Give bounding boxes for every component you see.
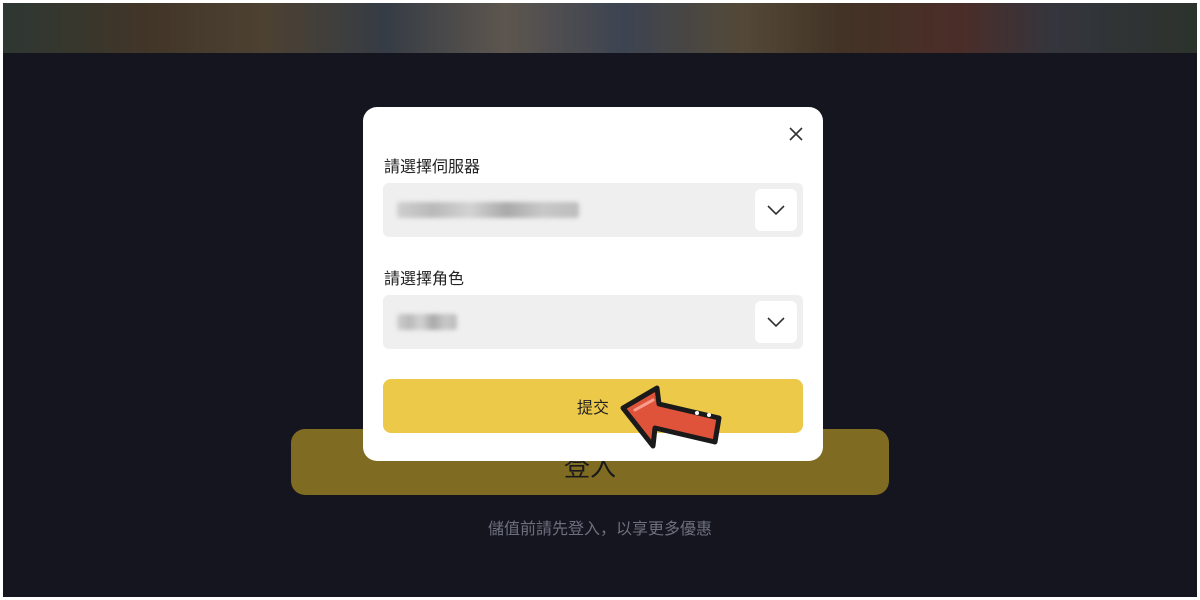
role-label: 請選擇角色 — [384, 269, 465, 288]
role-value-redacted — [397, 314, 457, 330]
select-server-modal: 請選擇伺服器 請選擇角色 提交 — [363, 107, 823, 461]
login-hint-text: 儲值前請先登入，以享更多優惠 — [487, 519, 712, 538]
banner-overlay — [3, 3, 1197, 53]
server-label: 請選擇伺服器 — [384, 157, 481, 176]
arrow-pointer-icon — [620, 385, 722, 449]
server-value-redacted — [397, 202, 579, 218]
role-dropdown-button[interactable] — [755, 301, 797, 343]
close-icon[interactable] — [785, 123, 807, 145]
chevron-down-icon — [767, 205, 785, 216]
submit-button[interactable]: 提交 — [383, 379, 803, 433]
chevron-down-icon — [767, 317, 785, 328]
submit-button-label: 提交 — [576, 398, 609, 417]
role-select[interactable] — [383, 295, 803, 349]
server-dropdown-button[interactable] — [755, 189, 797, 231]
server-select[interactable] — [383, 183, 803, 237]
